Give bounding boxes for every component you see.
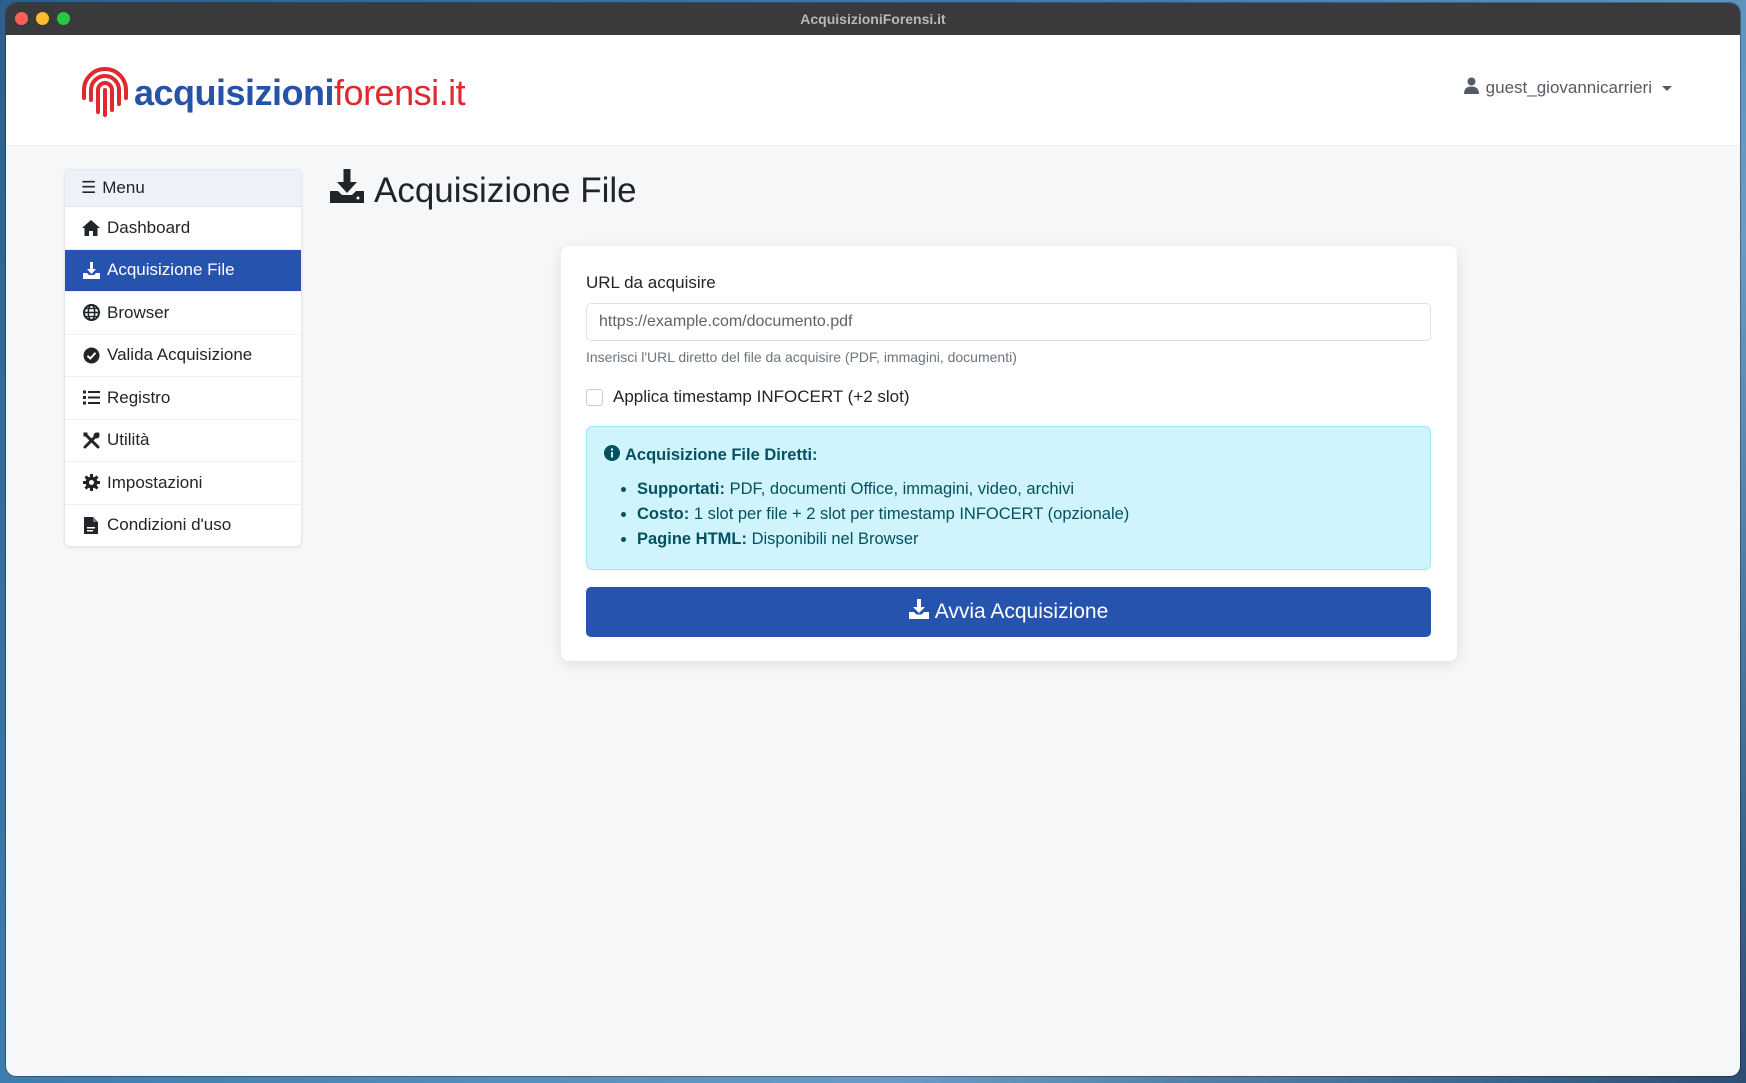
gear-icon: [82, 474, 100, 492]
list-item: Supportati: PDF, documenti Office, immag…: [637, 479, 1413, 500]
sidebar-item-acquisizione-file[interactable]: Acquisizione File: [65, 249, 301, 292]
info-key: Costo:: [637, 505, 690, 523]
page-title-text: Acquisizione File: [374, 170, 637, 210]
sidebar-item-label: Browser: [107, 302, 170, 322]
sidebar-item-dashboard[interactable]: Dashboard: [65, 207, 301, 250]
timestamp-option[interactable]: Applica timestamp INFOCERT (+2 slot): [586, 387, 910, 407]
timestamp-checkbox[interactable]: [586, 388, 603, 406]
info-value: Disponibili nel Browser: [751, 530, 919, 548]
sidebar-item-registro[interactable]: Registro: [65, 377, 301, 420]
info-value: 1 slot per file + 2 slot per timestamp I…: [693, 505, 1130, 523]
logo-text: acquisizioniforensi.it: [134, 71, 466, 114]
sidebar-item-label: Condizioni d'uso: [107, 515, 232, 535]
logo[interactable]: acquisizioniforensi.it: [78, 60, 466, 123]
window-controls: [15, 12, 70, 25]
tools-icon: [82, 431, 100, 449]
download-icon: [82, 261, 100, 279]
sidebar-item-impostazioni[interactable]: Impostazioni: [65, 462, 301, 505]
window-title: AcquisizioniForensi.it: [800, 11, 946, 27]
info-alert: Acquisizione File Diretti: Supportati: P…: [586, 426, 1431, 570]
info-value: PDF, documenti Office, immagini, video, …: [729, 480, 1075, 498]
info-list: Supportati: PDF, documenti Office, immag…: [604, 479, 1413, 550]
sidebar: ☰ Menu Dashboard Acquisizione File Brows…: [64, 169, 302, 547]
info-circle-icon: [604, 445, 625, 466]
minimize-window-button[interactable]: [36, 12, 49, 25]
chevron-down-icon: [1662, 85, 1672, 91]
logo-text-part1: acquisizioni: [134, 71, 335, 113]
sidebar-item-label: Registro: [107, 387, 171, 407]
user-menu[interactable]: guest_giovannicarrieri: [1463, 77, 1672, 99]
url-label: URL da acquisire: [586, 273, 716, 292]
info-key: Supportati:: [637, 480, 725, 498]
sidebar-item-browser[interactable]: Browser: [65, 292, 301, 335]
sidebar-item-valida-acquisizione[interactable]: Valida Acquisizione: [65, 335, 301, 377]
list-item: Pagine HTML: Disponibili nel Browser: [637, 529, 1413, 550]
sidebar-item-label: Acquisizione File: [107, 260, 235, 280]
maximize-window-button[interactable]: [57, 12, 70, 25]
sidebar-item-label: Impostazioni: [107, 472, 203, 492]
sidebar-item-label: Valida Acquisizione: [107, 345, 253, 365]
start-acquisition-button[interactable]: Avvia Acquisizione: [586, 587, 1431, 637]
app-window: AcquisizioniForensi.it acquisizioniforen…: [6, 3, 1740, 1076]
sidebar-item-label: Dashboard: [107, 217, 191, 237]
logo-text-part2: forensi.it: [334, 71, 466, 113]
sidebar-title: Menu: [102, 178, 145, 197]
sidebar-header: ☰ Menu: [65, 170, 301, 207]
home-icon: [82, 219, 100, 237]
sidebar-item-utilita[interactable]: Utilità: [65, 420, 301, 462]
title-bar: AcquisizioniForensi.it: [6, 3, 1740, 35]
list-item: Costo: 1 slot per file + 2 slot per time…: [637, 504, 1413, 525]
document-icon: [82, 516, 100, 534]
user-icon: [1463, 77, 1486, 99]
download-icon: [330, 169, 374, 212]
info-title-text: Acquisizione File Diretti:: [625, 446, 818, 464]
url-input[interactable]: [586, 303, 1431, 341]
sidebar-item-label: Utilità: [107, 430, 150, 450]
sidebar-item-condizioni-uso[interactable]: Condizioni d'uso: [65, 505, 301, 547]
close-window-button[interactable]: [15, 12, 28, 25]
fingerprint-icon: [78, 60, 132, 123]
check-circle-icon: [82, 346, 100, 364]
acquisition-form-card: URL da acquisire Inserisci l'URL diretto…: [561, 246, 1457, 661]
list-icon: [82, 389, 100, 407]
download-icon: [908, 599, 935, 625]
page-title: Acquisizione File: [330, 169, 637, 212]
username: guest_giovannicarrieri: [1485, 78, 1652, 97]
info-alert-title: Acquisizione File Diretti:: [604, 445, 1413, 466]
info-key: Pagine HTML:: [637, 530, 747, 548]
url-help-text: Inserisci l'URL diretto del file da acqu…: [586, 349, 1017, 365]
globe-icon: [82, 304, 100, 322]
site-header: acquisizioniforensi.it guest_giovannicar…: [6, 35, 1740, 146]
hamburger-icon: ☰: [81, 178, 97, 197]
start-acquisition-label: Avvia Acquisizione: [934, 600, 1109, 623]
timestamp-label: Applica timestamp INFOCERT (+2 slot): [613, 387, 910, 406]
